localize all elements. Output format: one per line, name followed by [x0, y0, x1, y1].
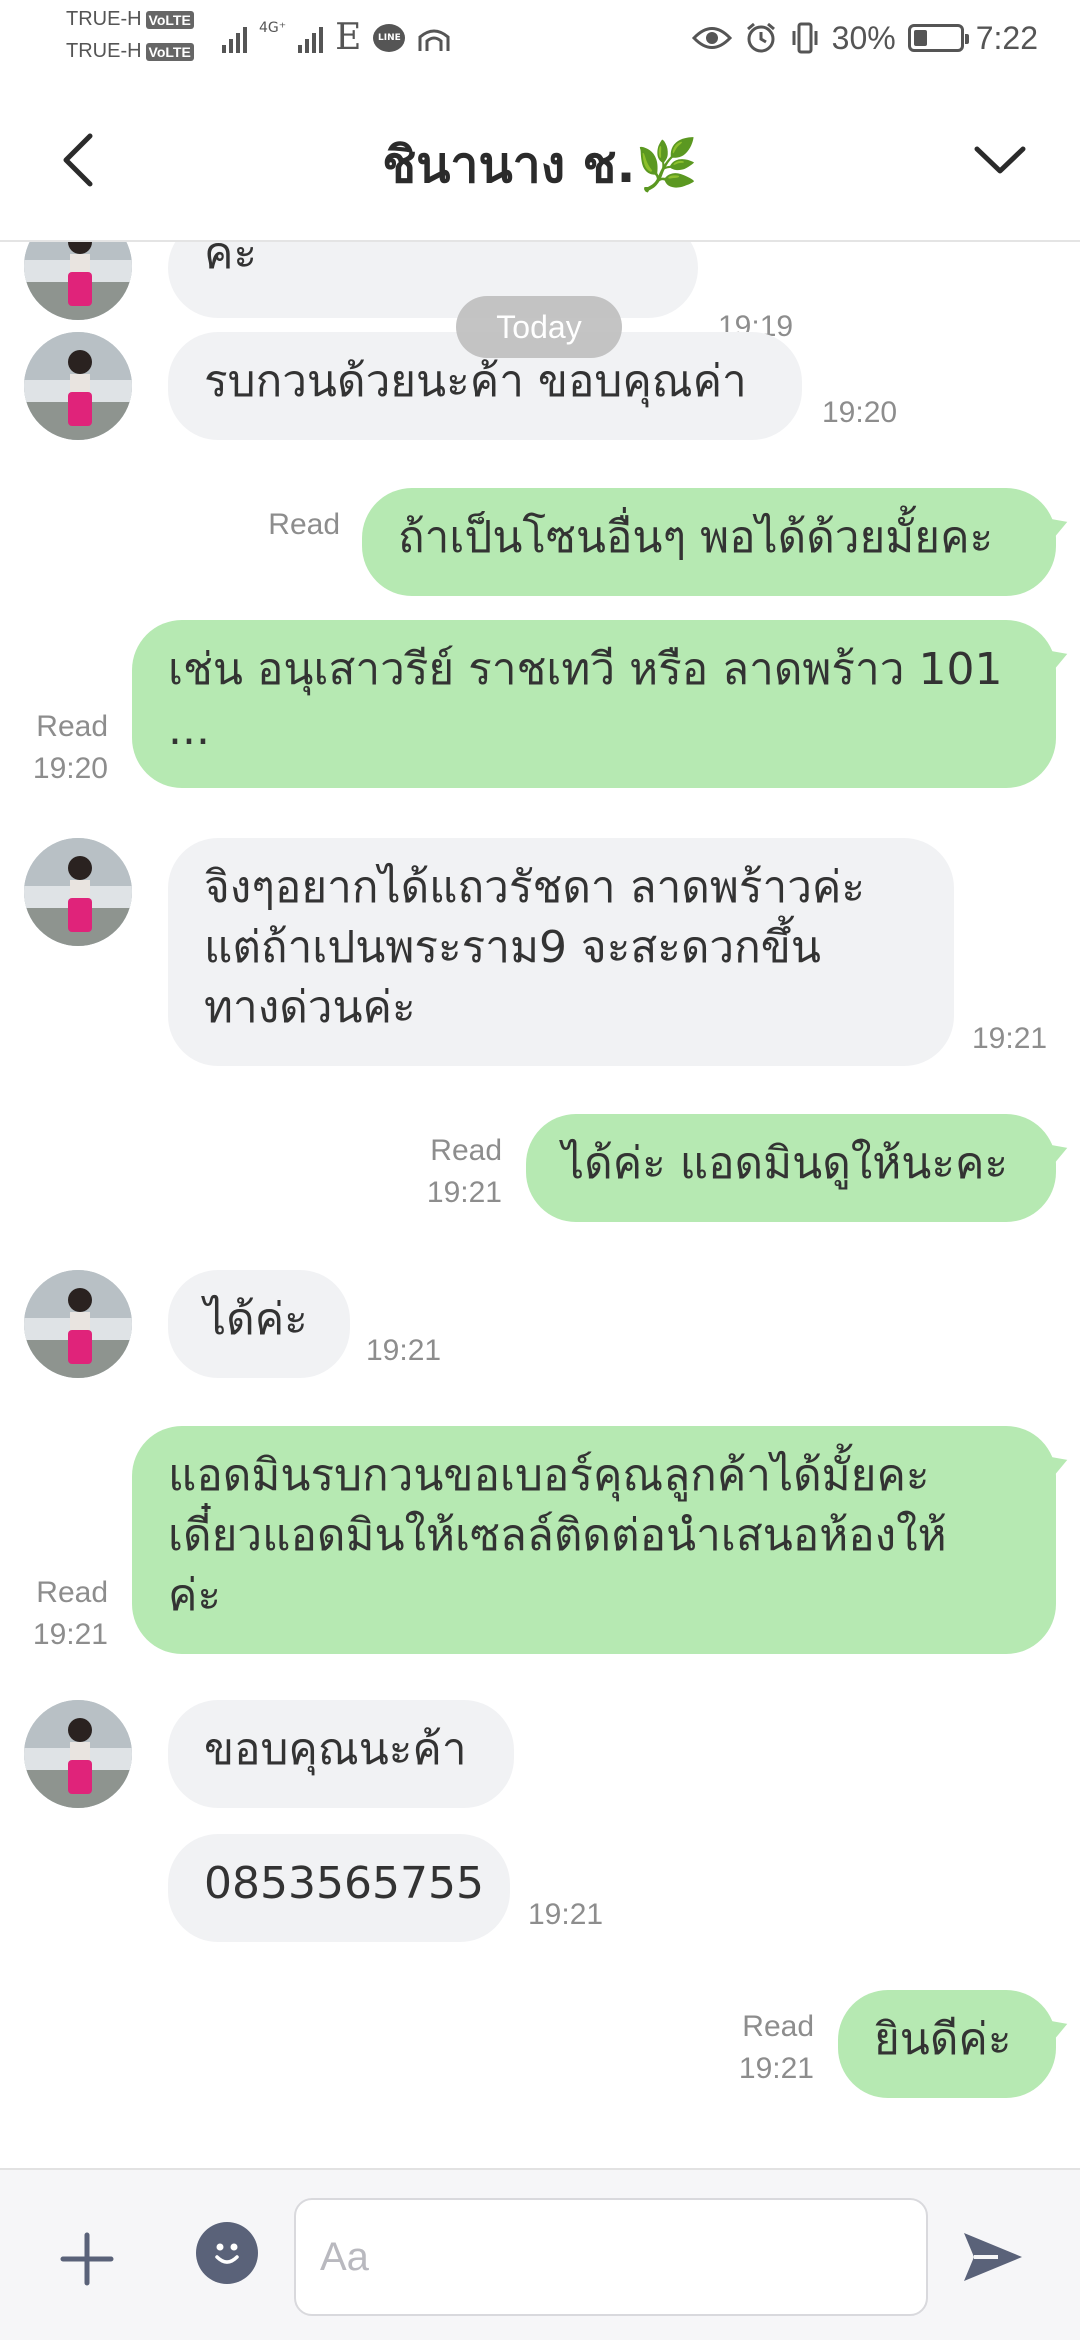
network-e-label: E: [335, 17, 362, 58]
network-icons: 4G⁺ E LINE: [222, 18, 451, 58]
date-separator: Today: [456, 296, 622, 358]
chat-header: ชินานาง ช.🌿: [0, 80, 1080, 242]
message-bubble[interactable]: ขอบคุณนะค้า: [168, 1700, 514, 1808]
read-receipt: Read: [430, 1134, 502, 1167]
message-bubble[interactable]: จิงๆอยากได้แถวรัชดา ลาดพร้าวค่ะ แต่ถ้าเป…: [168, 838, 954, 1066]
network-4g-label: 4G⁺: [259, 20, 287, 36]
message-time: 19:21: [738, 2052, 814, 2085]
message-input[interactable]: [294, 2198, 928, 2316]
clock: 7:22: [975, 19, 1038, 56]
read-receipt: Read: [36, 1576, 108, 1609]
volte-badge: VoLTE: [145, 10, 194, 29]
eye-icon: [691, 27, 732, 49]
avatar-image: [24, 332, 132, 440]
message-time: 19:21: [426, 1176, 502, 1209]
avatar[interactable]: [24, 1700, 132, 1808]
vibrate-icon: [792, 22, 818, 54]
avatar-image: [24, 1700, 132, 1808]
read-receipt: Read: [36, 710, 108, 743]
signal-icon: [222, 23, 247, 53]
status-right: 30% 7:22: [691, 16, 1038, 60]
chevron-down-icon: [974, 146, 1026, 174]
message-time: 19:21: [366, 1334, 442, 1367]
avatar[interactable]: [24, 242, 132, 320]
carrier-label-1: TRUE-H VoLTE: [66, 8, 194, 31]
signal-icon-2: [298, 23, 324, 53]
line-app-icon: LINE: [373, 24, 406, 52]
message-bubble[interactable]: แอดมินรบกวนขอเบอร์คุณลูกค้าได้มั้ยคะ เดี…: [132, 1426, 1056, 1654]
wifi-icon: [418, 29, 450, 51]
message-bubble[interactable]: ถ้าเป็นโซนอื่นๆ พอได้ด้วยมั้ยคะ: [362, 488, 1056, 596]
avatar-image: [24, 838, 132, 946]
read-receipt: Read: [742, 2010, 814, 2043]
avatar-image: [24, 1270, 132, 1378]
message-bubble[interactable]: ค่ะ: [168, 242, 698, 318]
carrier-label-2: TRUE-H VoLTE: [66, 40, 194, 63]
avatar-image: [24, 242, 132, 320]
message-time: 19:21: [32, 1618, 108, 1651]
chat-title: ชินานาง ช.🌿: [382, 136, 698, 194]
battery-percent: 30%: [831, 19, 896, 56]
message-time: 19:20: [32, 752, 108, 785]
message-input-bar: [0, 2168, 1080, 2340]
message-time: 19:21: [528, 1898, 604, 1931]
read-receipt: Read: [268, 508, 340, 541]
message-bubble[interactable]: ได้ค่ะ แอดมินดูให้นะคะ: [526, 1114, 1056, 1222]
message-time: 19:20: [822, 396, 898, 429]
add-attachment-button[interactable]: [52, 2224, 122, 2294]
send-icon: [964, 2233, 1022, 2281]
message-bubble[interactable]: เช่น อนุเสาวรีย์ ราชเทวี หรือ ลาดพร้าว 1…: [132, 620, 1056, 788]
message-bubble[interactable]: ได้ค่ะ: [168, 1270, 350, 1378]
avatar[interactable]: [24, 332, 132, 440]
status-bar: TRUE-H VoLTE TRUE-H VoLTE 4G⁺ E LINE 30%…: [0, 0, 1080, 80]
message-bubble[interactable]: ยินดีค่ะ: [838, 1990, 1056, 2098]
volte-badge: VoLTE: [145, 42, 194, 61]
send-button[interactable]: [958, 2222, 1028, 2292]
battery-icon: [907, 24, 969, 52]
message-bubble[interactable]: 0853565755: [168, 1834, 510, 1942]
plus-icon: [60, 2232, 114, 2286]
avatar[interactable]: [24, 1270, 132, 1378]
emoji-button[interactable]: [196, 2222, 258, 2284]
expand-menu-button[interactable]: [960, 120, 1040, 200]
alarm-icon: [746, 22, 775, 53]
message-list[interactable]: ค่ะ 19:19 Today รบกวนด้วยนะค้า ขอบคุณค่า…: [0, 242, 1080, 2168]
message-time: 19:21: [972, 1022, 1048, 1055]
avatar[interactable]: [24, 838, 132, 946]
smiley-icon: [215, 2243, 239, 2264]
